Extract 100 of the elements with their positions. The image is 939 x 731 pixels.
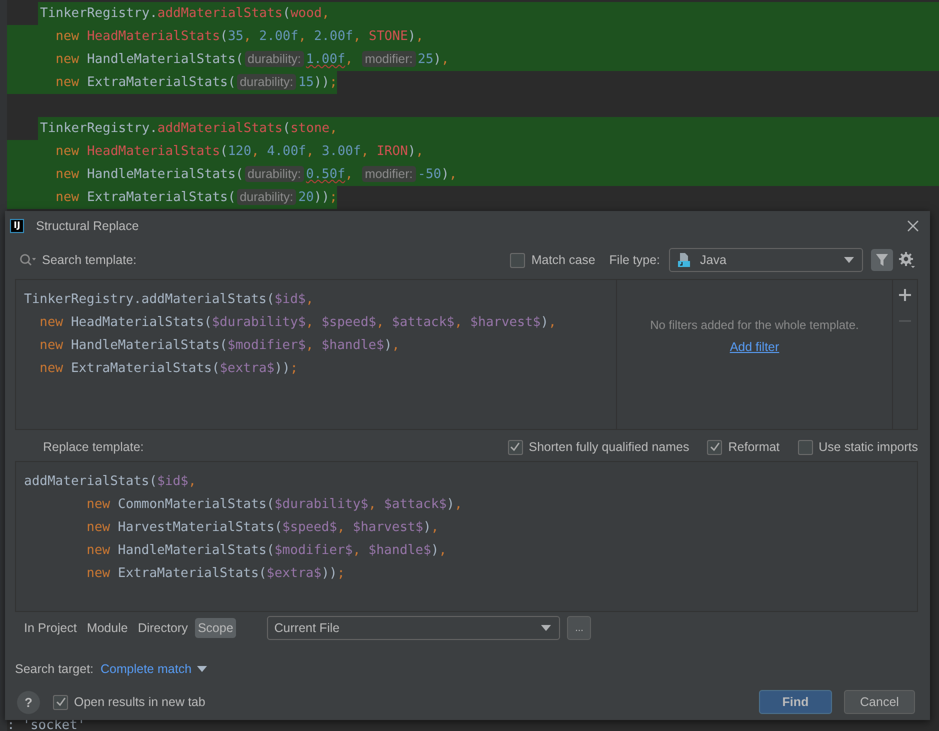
keyword-text: new xyxy=(86,566,112,581)
code-text: , xyxy=(441,52,450,67)
parameter-hint: durability: xyxy=(244,166,304,182)
keyword-text: new xyxy=(54,52,80,67)
checkbox[interactable] xyxy=(798,440,813,454)
keyword-text: new xyxy=(38,315,64,330)
cancel-button[interactable]: Cancel xyxy=(844,690,915,714)
checkbox[interactable] xyxy=(707,440,722,454)
scope-tab[interactable]: Scope xyxy=(194,618,236,638)
code-text: 'socket' xyxy=(22,718,86,731)
code-text: , xyxy=(416,144,424,159)
code-text: HarvestMaterialStats( xyxy=(118,520,282,535)
code-text: TinkerRegistry.addMaterialStats( xyxy=(24,292,274,307)
code-text: , xyxy=(306,292,314,307)
filter-button[interactable] xyxy=(871,249,893,271)
code-text: ExtraMaterialStats( xyxy=(86,190,236,205)
code-text: , xyxy=(352,543,362,558)
code-text: , xyxy=(306,315,315,330)
scope-dropdown[interactable]: Current File xyxy=(267,616,560,640)
settings-icon[interactable] xyxy=(898,251,916,269)
replace-template-editor[interactable]: addMaterialStats($id$, new CommonMaterialStats($durability$, $attack$), new HarvestMaterialStats($speed$, $harvest$), new HandleMaterialStats($modifier$, $handle$), new ExtraMaterialStats($extra$)); xyxy=(15,461,918,612)
code-text: , xyxy=(345,52,354,67)
code-text: TinkerRegistry. xyxy=(40,121,158,136)
close-icon[interactable] xyxy=(906,218,920,232)
number-text: 20 xyxy=(298,190,314,205)
checkbox-label: Open results in new tab xyxy=(74,695,206,709)
replace-template-label: Replace template: xyxy=(43,440,144,454)
variable-text: $handle$ xyxy=(368,543,432,558)
scope-tab[interactable]: Module xyxy=(84,618,131,638)
code-text: ) xyxy=(446,497,454,512)
number-text: 120 xyxy=(228,144,252,159)
code-text: ) xyxy=(423,520,432,535)
variable-text: $attack$ xyxy=(384,497,447,512)
variable-text: $harvest$ xyxy=(470,315,541,330)
variable-text: $attack$ xyxy=(392,315,455,330)
variable-text: $handle$ xyxy=(321,338,384,353)
find-button[interactable]: Find xyxy=(759,690,832,714)
number-text: 2.00f xyxy=(314,29,354,44)
code-text: HandleMaterialStats( xyxy=(70,338,228,353)
number-text: 1.00f xyxy=(306,52,346,67)
variable-text: $extra$ xyxy=(220,361,274,376)
code-text: , xyxy=(345,167,354,182)
number-text: 4.00f xyxy=(267,144,306,159)
scope-tab[interactable]: Directory xyxy=(134,618,191,638)
search-template-label: Search template: xyxy=(42,253,136,267)
file-type-dropdown[interactable]: Java xyxy=(669,248,863,272)
code-text: )) xyxy=(274,361,290,376)
code-text: , xyxy=(454,315,464,330)
plus-icon[interactable] xyxy=(899,289,911,301)
checkbox[interactable] xyxy=(53,694,68,710)
checkbox[interactable] xyxy=(510,252,526,268)
search-template-editor[interactable]: TinkerRegistry.addMaterialStats($id$, new HeadMaterialStats($durability$, $speed$, $attack$, $harvest$), new HandleMaterialStats($modifier$, $handle$), new ExtraMaterialStats($extra$)); xyxy=(16,280,617,429)
java-file-icon xyxy=(676,252,692,268)
search-target-dropdown[interactable]: Complete match xyxy=(100,662,192,676)
number-text: 35 xyxy=(228,29,244,44)
variable-text: $durability$ xyxy=(274,497,368,512)
code-text: , xyxy=(306,144,315,159)
parameter-hint: durability: xyxy=(236,189,296,205)
keyword-text: new xyxy=(54,167,80,182)
checkbox-label: Use static imports xyxy=(818,440,918,454)
help-button[interactable]: ? xyxy=(17,690,40,714)
parameter-hint: modifier: xyxy=(362,51,416,67)
keyword-text: new xyxy=(54,29,80,44)
checkbox-label: Match case xyxy=(531,253,596,267)
code-text: ) xyxy=(431,543,439,558)
number-text: 0.50f xyxy=(306,167,346,182)
code-text: )) xyxy=(321,566,338,581)
dropdown-arrow-icon xyxy=(844,257,854,263)
code-text: , xyxy=(244,29,252,44)
code-text: , xyxy=(322,6,330,21)
code-text: ) xyxy=(408,29,416,44)
code-text: ) xyxy=(540,315,548,330)
code-text: addMaterialStats xyxy=(157,121,283,136)
code-text: , xyxy=(548,315,556,330)
checkbox-label: Shorten fully qualified names xyxy=(528,440,690,454)
keyword-text: new xyxy=(86,520,112,535)
code-text: , xyxy=(449,167,457,182)
filter-icon xyxy=(875,253,889,267)
code-text: CommonMaterialStats( xyxy=(118,497,274,512)
keyword-text: new xyxy=(38,361,64,376)
variable-text: $id$ xyxy=(157,474,188,489)
browse-button[interactable]: ... xyxy=(567,616,592,640)
code-text: , xyxy=(431,520,439,535)
code-text: , xyxy=(392,338,400,353)
code-text: , xyxy=(353,29,362,44)
add-filter-link[interactable]: Add filter xyxy=(730,340,780,354)
variable-text: $modifier$ xyxy=(274,543,353,558)
code-text: , xyxy=(188,474,196,489)
search-icon[interactable] xyxy=(19,253,37,267)
code-text: addMaterialStats xyxy=(157,6,283,21)
code-text: ; xyxy=(337,566,345,581)
scope-tab[interactable]: In Project xyxy=(21,618,80,638)
code-text: IRON xyxy=(376,144,408,159)
number-text: 25 xyxy=(418,52,434,67)
code-text: ) xyxy=(433,52,442,67)
checkbox[interactable] xyxy=(508,440,523,454)
dialog-title: Structural Replace xyxy=(36,218,139,232)
variable-text: $id$ xyxy=(274,292,306,307)
code-text: ; xyxy=(290,361,298,376)
code-text: ExtraMaterialStats( xyxy=(86,75,236,90)
